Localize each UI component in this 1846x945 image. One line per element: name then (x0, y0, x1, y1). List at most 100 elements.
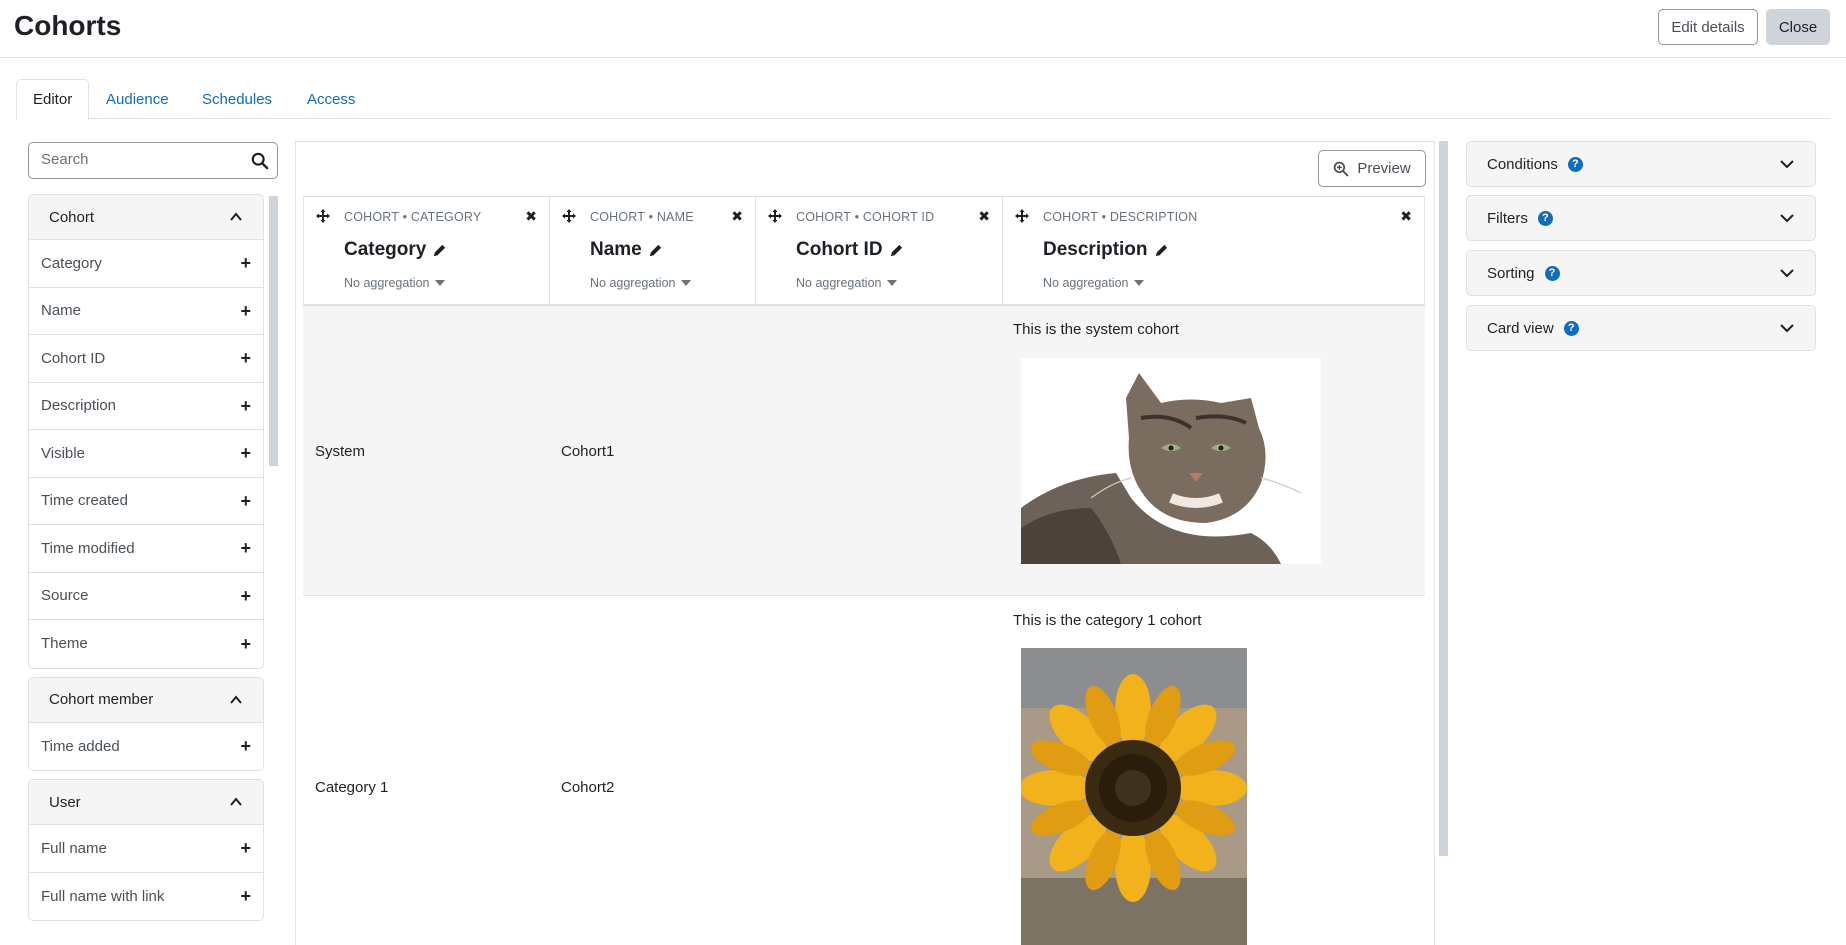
cell-category: Category 1 (315, 779, 389, 796)
plus-icon[interactable]: + (240, 397, 251, 415)
close-icon[interactable]: ✖ (525, 208, 537, 225)
close-icon[interactable]: ✖ (731, 208, 743, 225)
plus-icon[interactable]: + (240, 444, 251, 462)
group-header-cohort-member[interactable]: Cohort member (29, 677, 263, 723)
column-name[interactable]: Name (590, 239, 663, 261)
sidebar-item-full-name[interactable]: Full name + (29, 825, 263, 873)
move-icon[interactable] (316, 209, 330, 223)
column-name[interactable]: Category (344, 239, 447, 261)
column-name-text: Description (1043, 239, 1148, 260)
plus-icon[interactable]: + (240, 302, 251, 320)
sidebar-scrollbar[interactable] (269, 196, 278, 466)
column-name-text: Name (590, 239, 642, 260)
panel-conditions[interactable]: Conditions? (1466, 141, 1816, 187)
tab-editor[interactable]: Editor (16, 79, 90, 120)
panel-filters[interactable]: Filters? (1466, 195, 1816, 241)
sidebar-item-label: Theme (41, 635, 88, 653)
sidebar-item-label: Description (41, 397, 117, 415)
page-header: Cohorts Edit details Close (0, 0, 1846, 58)
sidebar-item-cohort-id[interactable]: Cohort ID + (29, 335, 263, 383)
panel-card-view[interactable]: Card view? (1466, 305, 1816, 351)
caret-down-icon (681, 280, 692, 286)
group-title: User (49, 793, 81, 811)
tab-access[interactable]: Access (291, 79, 371, 119)
aggregation-select[interactable]: No aggregation (796, 276, 898, 290)
edit-details-button[interactable]: Edit details (1658, 9, 1758, 45)
table-header: COHORT • CATEGORY ✖ Category No aggregat… (303, 196, 1425, 306)
column-name[interactable]: Cohort ID (796, 239, 904, 261)
page-title: Cohorts (14, 10, 122, 41)
sidebar-item-label: Full name with link (41, 887, 165, 905)
column-name[interactable]: Description (1043, 239, 1169, 261)
plus-icon[interactable]: + (240, 737, 251, 755)
sidebar-item-time-added[interactable]: Time added + (29, 723, 263, 771)
group-header-user[interactable]: User (29, 780, 263, 825)
column-header-name: COHORT • NAME ✖ Name No aggregation (550, 197, 756, 305)
panel-sorting[interactable]: Sorting? (1466, 250, 1816, 296)
help-icon[interactable]: ? (1537, 210, 1553, 226)
aggregation-select[interactable]: No aggregation (344, 276, 446, 290)
column-name-text: Cohort ID (796, 239, 883, 260)
sidebar-item-full-name-link[interactable]: Full name with link + (29, 873, 263, 921)
sidebar-item-label: Source (41, 587, 89, 605)
help-icon[interactable]: ? (1563, 320, 1579, 336)
close-icon[interactable]: ✖ (978, 208, 990, 225)
cell-description: This is the system cohort (1013, 321, 1179, 338)
plus-icon[interactable]: + (240, 539, 251, 557)
pencil-icon[interactable] (432, 243, 447, 258)
plus-icon[interactable]: + (240, 839, 251, 857)
plus-icon[interactable]: + (240, 887, 251, 905)
table-row: Category 1 Cohort2 This is the category … (303, 597, 1425, 945)
sidebar-item-label: Name (41, 302, 82, 320)
sidebar-item-label: Visible (41, 444, 85, 462)
chevron-down-icon (1780, 160, 1794, 169)
tab-schedules[interactable]: Schedules (186, 79, 288, 119)
move-icon[interactable] (1015, 209, 1029, 223)
table-row: System Cohort1 This is the system cohort (303, 306, 1425, 596)
tab-bar: Editor Audience Schedules Access (16, 79, 1830, 120)
search-icon[interactable] (251, 152, 269, 170)
sidebar-item-theme[interactable]: Theme + (29, 620, 263, 668)
chevron-down-icon (1780, 214, 1794, 223)
main-scrollbar[interactable] (1439, 141, 1448, 856)
move-icon[interactable] (768, 209, 782, 223)
plus-icon[interactable]: + (240, 254, 251, 272)
chevron-down-icon (1780, 324, 1794, 333)
plus-icon[interactable]: + (240, 587, 251, 605)
panel-label: Conditions (1487, 155, 1558, 173)
caret-down-icon (435, 280, 446, 286)
aggregation-select[interactable]: No aggregation (1043, 276, 1145, 290)
pencil-icon[interactable] (1154, 243, 1169, 258)
move-icon[interactable] (562, 209, 576, 223)
pencil-icon[interactable] (648, 243, 663, 258)
column-name-text: Category (344, 239, 427, 260)
plus-icon[interactable]: + (240, 635, 251, 653)
sidebar-item-category[interactable]: Category + (29, 240, 263, 288)
close-button[interactable]: Close (1766, 9, 1830, 45)
sidebar-item-time-created[interactable]: Time created + (29, 478, 263, 525)
tab-audience[interactable]: Audience (90, 79, 185, 119)
pencil-icon[interactable] (889, 243, 904, 258)
group-header-cohort[interactable]: Cohort (29, 195, 263, 240)
sidebar-item-label: Time created (41, 492, 128, 510)
chevron-up-icon (230, 212, 242, 221)
help-icon[interactable]: ? (1544, 265, 1560, 281)
plus-icon[interactable]: + (240, 492, 251, 510)
aggregation-label: No aggregation (344, 276, 430, 290)
sidebar-item-description[interactable]: Description + (29, 383, 263, 430)
chevron-down-icon (1780, 269, 1794, 278)
sidebar-item-source[interactable]: Source + (29, 573, 263, 620)
preview-button[interactable]: Preview (1318, 150, 1426, 187)
column-crumb: COHORT • DESCRIPTION (1043, 210, 1198, 224)
help-icon[interactable]: ? (1567, 156, 1583, 172)
sidebar-item-label: Time added (41, 737, 120, 755)
close-icon[interactable]: ✖ (1400, 208, 1412, 225)
aggregation-select[interactable]: No aggregation (590, 276, 692, 290)
cat-image (1021, 358, 1321, 564)
search-input[interactable] (41, 151, 241, 168)
sidebar-item-visible[interactable]: Visible + (29, 430, 263, 478)
plus-icon[interactable]: + (240, 349, 251, 367)
sidebar-item-time-modified[interactable]: Time modified + (29, 525, 263, 573)
group-cohort-member: Cohort member Time added + (28, 676, 264, 771)
sidebar-item-name[interactable]: Name + (29, 288, 263, 335)
